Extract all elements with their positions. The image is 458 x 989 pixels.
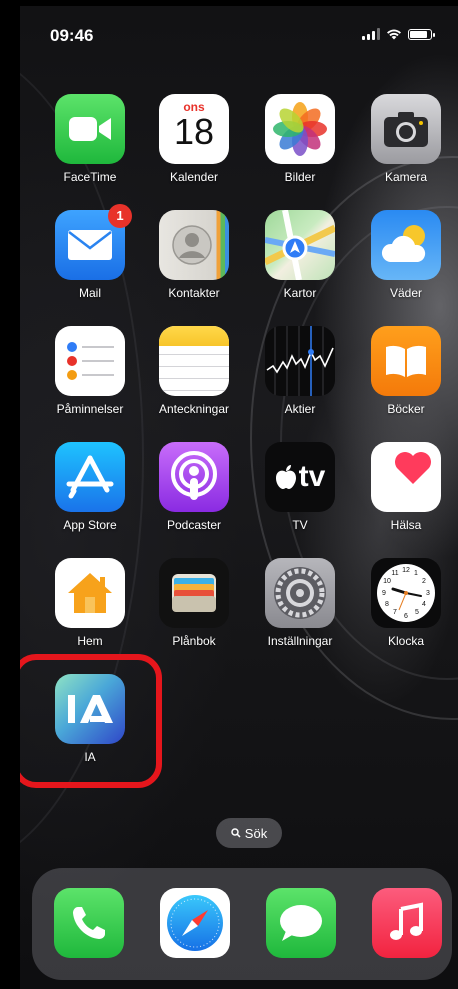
calendar-day: 18: [173, 111, 215, 152]
app-tv[interactable]: tv TV: [250, 442, 350, 532]
app-label: Påminnelser: [56, 402, 124, 416]
cellular-signal-icon: [362, 28, 380, 40]
svg-text:7: 7: [393, 609, 397, 616]
app-app-store[interactable]: App Store: [40, 442, 140, 532]
app-facetime[interactable]: FaceTime: [40, 94, 140, 184]
messages-icon[interactable]: [266, 888, 336, 958]
settings-icon: [265, 558, 335, 628]
app-clock[interactable]: 12 1 2 345 678 9 10 11 Klocka: [356, 558, 456, 648]
svg-text:5: 5: [415, 609, 419, 616]
podcasts-icon: [159, 442, 229, 512]
app-label: FaceTime: [63, 170, 117, 184]
dock: [32, 868, 452, 980]
app-label: Anteckningar: [158, 402, 230, 416]
apple-logo-icon: [275, 465, 296, 489]
app-wallet[interactable]: Plånbok: [144, 558, 244, 648]
status-time: 09:46: [50, 26, 94, 45]
app-label: Aktier: [284, 402, 316, 416]
health-icon: [371, 442, 441, 512]
app-label: Inställningar: [267, 634, 333, 648]
svg-text:11: 11: [391, 570, 398, 577]
maps-icon: [265, 210, 335, 280]
photos-icon: [265, 94, 335, 164]
app-label: Hälsa: [390, 518, 422, 532]
app-label: Plånbok: [172, 634, 216, 648]
phone-icon[interactable]: [54, 888, 124, 958]
app-label: TV: [292, 518, 308, 532]
app-calendar[interactable]: ons 18 Kalender: [144, 94, 244, 184]
home-screen: 09:46 FaceTime ons 18 Kalender Bilder Ka…: [20, 6, 458, 989]
svg-text:12: 12: [402, 567, 410, 574]
contacts-icon: [159, 210, 229, 280]
battery-level: [410, 30, 427, 38]
app-photos[interactable]: Bilder: [250, 94, 350, 184]
app-label: Kontakter: [168, 286, 220, 300]
app-label: Böcker: [387, 402, 425, 416]
search-label: Sök: [244, 825, 268, 841]
svg-text:4: 4: [422, 601, 426, 608]
app-podcasts[interactable]: Podcaster: [144, 442, 244, 532]
tv-icon-text: tv: [298, 460, 326, 493]
app-label: Väder: [389, 286, 423, 300]
svg-text:8: 8: [385, 601, 389, 608]
calendar-icon: ons 18: [159, 94, 229, 164]
clock-icon: 12 1 2 345 678 9 10 11: [371, 558, 441, 628]
camera-icon: [371, 94, 441, 164]
svg-text:10: 10: [383, 578, 391, 585]
battery-icon: [408, 28, 435, 40]
app-label: Klocka: [387, 634, 425, 648]
app-reminders[interactable]: Påminnelser: [40, 326, 140, 416]
music-icon[interactable]: [372, 888, 442, 958]
app-home[interactable]: Hem: [40, 558, 140, 648]
reminders-icon: [55, 326, 125, 396]
app-notes[interactable]: Anteckningar: [144, 326, 244, 416]
app-label: Bilder: [284, 170, 316, 184]
books-icon: [371, 326, 441, 396]
app-books[interactable]: Böcker: [356, 326, 456, 416]
notes-icon: [159, 326, 229, 396]
status-icons: [362, 28, 435, 40]
highlight-box: [20, 654, 162, 788]
app-label: Kamera: [384, 170, 428, 184]
app-mail[interactable]: 1 Mail: [40, 204, 140, 300]
stocks-icon: [265, 326, 335, 396]
app-maps[interactable]: Kartor: [250, 210, 350, 300]
app-label: Mail: [78, 286, 101, 300]
svg-text:6: 6: [404, 613, 408, 620]
svg-text:9: 9: [382, 590, 386, 597]
weather-icon: [371, 210, 441, 280]
app-contacts[interactable]: Kontakter: [144, 210, 244, 300]
svg-text:2: 2: [422, 578, 426, 585]
safari-icon[interactable]: [160, 888, 230, 958]
search-icon: [231, 828, 241, 838]
app-camera[interactable]: Kamera: [356, 94, 456, 184]
wifi-icon: [387, 29, 401, 40]
app-label: Podcaster: [166, 518, 222, 532]
notification-badge: 1: [108, 204, 132, 228]
app-stocks[interactable]: Aktier: [250, 326, 350, 416]
app-health[interactable]: Hälsa: [356, 442, 456, 532]
app-weather[interactable]: Väder: [356, 210, 456, 300]
notes-header: [159, 326, 229, 346]
app-label: Hem: [77, 634, 103, 648]
apple-tv-icon: tv: [265, 442, 335, 512]
svg-text:3: 3: [426, 590, 430, 597]
app-settings[interactable]: Inställningar: [250, 558, 350, 648]
app-store-icon: [55, 442, 125, 512]
app-label: Kartor: [283, 286, 317, 300]
home-icon: [55, 558, 125, 628]
search-button[interactable]: Sök: [216, 818, 282, 848]
wallet-icon: [159, 558, 229, 628]
app-label: App Store: [63, 518, 117, 532]
facetime-icon: [55, 94, 125, 164]
svg-text:1: 1: [414, 570, 418, 577]
app-label: Kalender: [169, 170, 219, 184]
